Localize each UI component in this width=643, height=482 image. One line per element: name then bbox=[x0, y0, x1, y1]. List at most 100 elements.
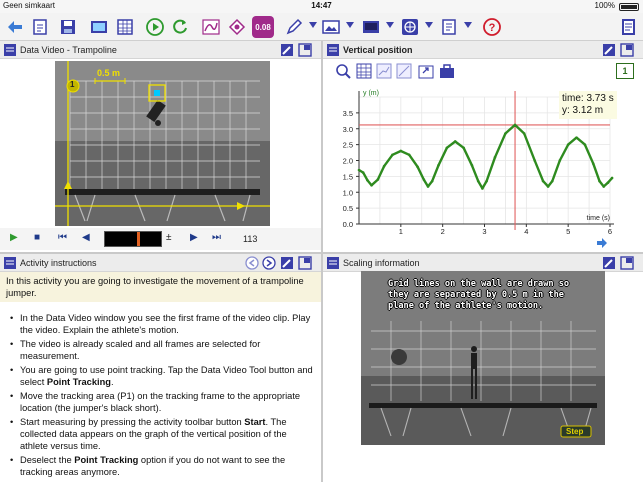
data-point bbox=[602, 185, 606, 188]
screen-icon[interactable] bbox=[360, 16, 382, 38]
y-axis-label: y (m) bbox=[363, 90, 379, 97]
table-icon[interactable] bbox=[114, 16, 136, 38]
instruction-item: Move the tracking area (P1) on the track… bbox=[8, 390, 313, 414]
x-tick-label: 1 bbox=[399, 227, 403, 236]
open-file-icon[interactable] bbox=[30, 16, 52, 38]
chevron-down-icon[interactable] bbox=[464, 22, 472, 28]
skip-end-icon[interactable]: ⏭ bbox=[212, 232, 221, 246]
maximize-icon[interactable] bbox=[298, 256, 312, 270]
x-axis-label: time (s) bbox=[587, 215, 610, 222]
value-display-icon[interactable]: 0.08 bbox=[252, 16, 274, 38]
line-icon[interactable] bbox=[396, 63, 412, 79]
instructions-panel: Activity instructions In this activity y… bbox=[0, 254, 321, 482]
frame-slider[interactable] bbox=[104, 231, 162, 247]
data-point bbox=[598, 179, 601, 183]
scroll-right-icon[interactable] bbox=[596, 238, 608, 248]
page-indicator[interactable]: 1 bbox=[616, 63, 634, 79]
data-point bbox=[382, 164, 386, 168]
step-forward-icon[interactable]: ▶ bbox=[190, 232, 198, 246]
image-icon[interactable] bbox=[320, 16, 342, 38]
data-point bbox=[376, 178, 380, 181]
maximize-icon[interactable] bbox=[620, 256, 634, 270]
data-point bbox=[481, 187, 484, 190]
panel-menu-icon[interactable] bbox=[326, 43, 340, 57]
diagram-icon[interactable] bbox=[226, 16, 248, 38]
tools-icon[interactable] bbox=[280, 43, 294, 57]
cursor-readout: time: 3.73 s y: 3.12 m bbox=[559, 91, 617, 119]
instruction-text: . bbox=[110, 377, 114, 387]
panel-menu-icon[interactable] bbox=[3, 256, 17, 270]
scaling-panel: Scaling information Grid lines on the wa… bbox=[323, 254, 643, 482]
refresh-icon[interactable] bbox=[169, 16, 191, 38]
toolbox-icon[interactable] bbox=[439, 63, 455, 79]
data-point bbox=[407, 153, 411, 157]
main-toolbar: 0.08 ? bbox=[0, 13, 643, 41]
chevron-down-icon[interactable] bbox=[425, 22, 433, 28]
x-tick-label: 6 bbox=[608, 227, 612, 236]
edit-icon[interactable] bbox=[283, 16, 305, 38]
readout-y: y: 3.12 m bbox=[562, 105, 604, 116]
stop-icon[interactable]: ■ bbox=[34, 232, 40, 246]
x-tick-label: 3 bbox=[482, 227, 486, 236]
data-point bbox=[522, 132, 526, 135]
globe-icon[interactable] bbox=[399, 16, 421, 38]
vertical-divider[interactable] bbox=[321, 41, 323, 482]
maximize-icon[interactable] bbox=[298, 43, 312, 57]
panel-menu-icon[interactable] bbox=[326, 256, 340, 270]
data-point bbox=[493, 156, 497, 159]
status-bar: Geen simkaart 14:47 100% bbox=[0, 0, 643, 13]
video-controls: ▶ ■ ⏮ ◀ ± ▶ ⏭ 113 bbox=[0, 228, 321, 250]
data-video-panel: Data Video - Trampoline 0.5 m 1 ▶ ■ ⏮ ◀ … bbox=[0, 41, 321, 252]
data-point bbox=[422, 178, 426, 181]
instruction-item: Deselect the Point Tracking option if yo… bbox=[8, 454, 313, 478]
scatter-icon[interactable] bbox=[376, 63, 392, 79]
panel-title: Activity instructions bbox=[20, 258, 97, 268]
maximize-icon[interactable] bbox=[620, 43, 634, 57]
notebook-icon[interactable] bbox=[617, 16, 639, 38]
export-icon[interactable] bbox=[418, 63, 434, 79]
zoom-icon[interactable] bbox=[335, 63, 351, 79]
next-icon[interactable] bbox=[262, 256, 276, 270]
tools-icon[interactable] bbox=[280, 256, 294, 270]
data-point bbox=[606, 181, 610, 185]
plusminus-label[interactable]: ± bbox=[166, 232, 172, 246]
instructions-intro: In this activity you are going to invest… bbox=[0, 272, 321, 302]
chevron-down-icon[interactable] bbox=[309, 22, 317, 28]
panel-header: Activity instructions bbox=[0, 254, 321, 272]
save-icon[interactable] bbox=[57, 16, 79, 38]
x-tick-label: 5 bbox=[566, 227, 570, 236]
back-icon[interactable] bbox=[4, 16, 26, 38]
data-point bbox=[453, 140, 457, 143]
table-icon[interactable] bbox=[356, 63, 372, 79]
y-tick-label: 1.5 bbox=[343, 172, 353, 181]
instruction-item: Start measuring by pressing the activity… bbox=[8, 416, 313, 452]
data-video-icon[interactable] bbox=[88, 16, 110, 38]
document-icon[interactable] bbox=[438, 16, 460, 38]
data-point bbox=[430, 179, 434, 183]
readout-time: time: 3.73 s bbox=[562, 93, 614, 104]
play-icon[interactable] bbox=[144, 16, 166, 38]
data-point bbox=[546, 185, 550, 188]
graph-icon[interactable] bbox=[200, 16, 222, 38]
previous-icon[interactable] bbox=[245, 256, 259, 270]
chevron-down-icon[interactable] bbox=[386, 22, 394, 28]
play-icon[interactable]: ▶ bbox=[10, 232, 18, 246]
data-point bbox=[445, 146, 449, 150]
step-back-icon[interactable]: ◀ bbox=[82, 232, 90, 246]
video-frame[interactable]: 0.5 m 1 bbox=[55, 61, 270, 226]
tools-icon[interactable] bbox=[602, 256, 616, 270]
panel-menu-icon[interactable] bbox=[3, 43, 17, 57]
data-point bbox=[366, 178, 369, 182]
horizontal-divider[interactable] bbox=[0, 252, 643, 254]
data-point bbox=[361, 171, 365, 174]
panel-header: Vertical position bbox=[323, 41, 643, 59]
series-line bbox=[358, 123, 613, 190]
help-icon[interactable]: ? bbox=[481, 16, 503, 38]
chevron-down-icon[interactable] bbox=[346, 22, 354, 28]
tools-icon[interactable] bbox=[602, 43, 616, 57]
instructions-list: In the Data Video window you see the fir… bbox=[8, 312, 313, 480]
skip-start-icon[interactable]: ⏮ bbox=[58, 232, 67, 246]
instruction-emphasis: Start bbox=[244, 417, 266, 427]
frame-number: 113 bbox=[243, 234, 258, 244]
instruction-text: In the Data Video window you see the fir… bbox=[20, 313, 311, 335]
